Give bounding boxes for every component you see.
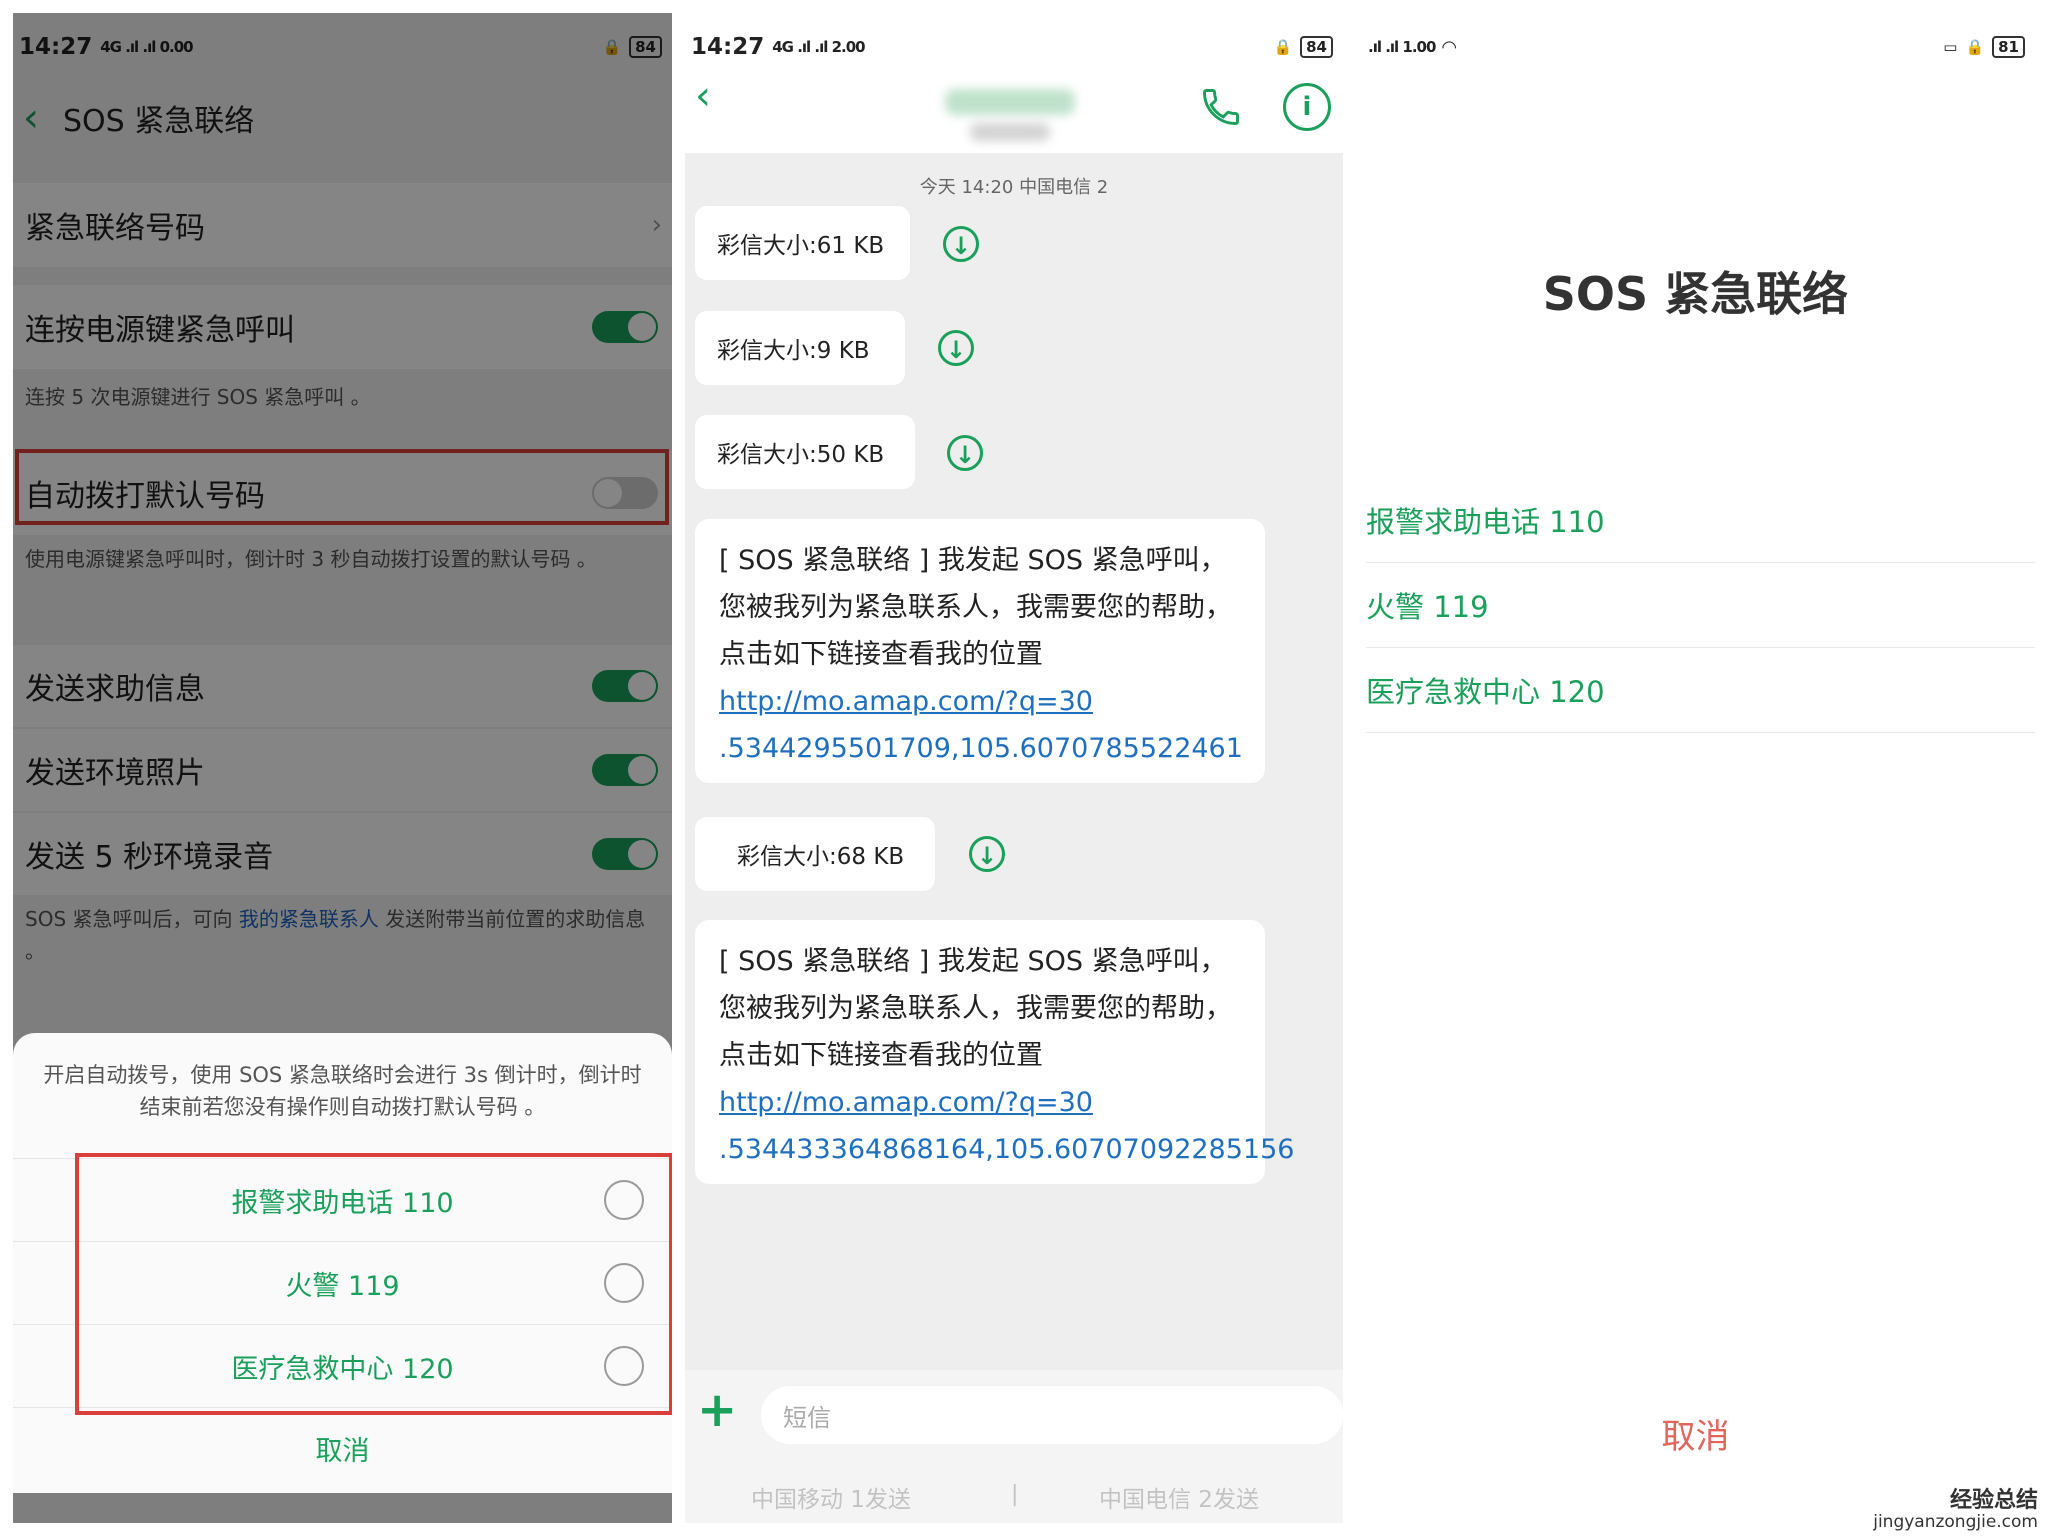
location-link-cont[interactable]: .5344295501709,105.6070785522461: [719, 733, 1243, 764]
divider: |: [1011, 1482, 1019, 1507]
location-link[interactable]: http://mo.amap.com/?q=30: [719, 686, 1093, 717]
settings-panel: 14:27 4G .ıl .ıl 0.00 🔒 84 ‹ SOS 紧急联络 紧急…: [13, 13, 672, 1523]
cancel-button[interactable]: 取消: [1356, 1409, 2035, 1458]
download-icon[interactable]: ↓: [969, 836, 1005, 872]
conversation-header: ‹ i: [685, 73, 1343, 153]
battery-indicator: 81: [1992, 36, 2025, 58]
add-icon[interactable]: +: [697, 1382, 737, 1438]
status-bar: .ıl .ıl 1.00 ◠ ▭ 🔒 81: [1356, 27, 2035, 67]
message-input[interactable]: 短信: [761, 1386, 1343, 1444]
send-sim1-button[interactable]: 中国移动 1发送: [751, 1480, 911, 1514]
info-icon[interactable]: i: [1283, 83, 1331, 131]
sos-dialer-panel: .ıl .ıl 1.00 ◠ ▭ 🔒 81 SOS 紧急联络 报警求助电话 11…: [1356, 13, 2035, 1523]
message-text: [ SOS 紧急联络 ] 我发起 SOS 紧急呼叫，您被我列为紧急联系人，我需要…: [719, 545, 1232, 670]
cancel-label: 取消: [315, 1435, 370, 1467]
mms-size: 彩信大小:61 KB: [717, 233, 885, 259]
download-icon[interactable]: ↓: [947, 435, 983, 471]
watermark-title: 经验总结: [1949, 1488, 2038, 1513]
wifi-icon: ◠: [1441, 36, 1458, 58]
sos-message: [ SOS 紧急联络 ] 我发起 SOS 紧急呼叫，您被我列为紧急联系人，我需要…: [695, 920, 1294, 1184]
status-right: 🔒 84: [1273, 36, 1333, 58]
mms-bubble[interactable]: 彩信大小:50 KB: [695, 415, 915, 489]
signal-indicator: 4G .ıl .ıl 2.00: [772, 38, 865, 56]
message-header: 14:27 4G .ıl .ıl 2.00 🔒 84 ‹ i: [685, 13, 1343, 153]
mms-bubble[interactable]: 彩信大小:68 KB: [695, 817, 935, 891]
mms-size: 彩信大小:68 KB: [737, 844, 905, 870]
messages-panel: 14:27 4G .ıl .ıl 2.00 🔒 84 ‹ i 今天 14:20 …: [685, 13, 1343, 1523]
mms-size: 彩信大小:9 KB: [717, 338, 870, 364]
send-sim2-button[interactable]: 中国电信 2发送: [1099, 1480, 1259, 1514]
mms-size: 彩信大小:50 KB: [717, 442, 885, 468]
contact-name-blurred: [945, 89, 1075, 115]
lock-icon: 🔒: [1273, 38, 1293, 56]
option-ambulance[interactable]: 医疗急救中心 120: [1366, 648, 2035, 733]
option-fire[interactable]: 火警 119: [1366, 563, 2035, 648]
sos-message: [ SOS 紧急联络 ] 我发起 SOS 紧急呼叫，您被我列为紧急联系人，我需要…: [695, 519, 1265, 783]
option-police[interactable]: 报警求助电话 110: [1366, 478, 2035, 563]
cancel-button[interactable]: 取消: [13, 1407, 672, 1488]
option-label: 火警 119: [1366, 590, 1489, 624]
status-time: 14:27: [691, 34, 765, 60]
sheet-description: 开启自动拨号，使用 SOS 紧急联络时会进行 3s 倒计时，倒计时结束前若您没有…: [43, 1063, 642, 1119]
contact-sub-blurred: [970, 123, 1050, 141]
download-icon[interactable]: ↓: [938, 330, 974, 366]
watermark-url: jingyanzongjie.com: [1873, 1512, 2038, 1532]
highlight-box: [75, 1153, 672, 1415]
message-text: [ SOS 紧急联络 ] 我发起 SOS 紧急呼叫，您被我列为紧急联系人，我需要…: [719, 946, 1232, 1071]
compose-bar: + 短信 中国移动 1发送 | 中国电信 2发送: [685, 1370, 1343, 1523]
phone-icon[interactable]: [1199, 85, 1243, 129]
option-label: 医疗急救中心 120: [1366, 675, 1605, 709]
status-right: ▭ 🔒 81: [1943, 36, 2025, 58]
mms-bubble[interactable]: 彩信大小:61 KB: [695, 206, 910, 280]
lock-icon: 🔒: [1965, 38, 1985, 56]
download-icon[interactable]: ↓: [943, 226, 979, 262]
battery-indicator: 84: [1300, 36, 1333, 58]
default-number-sheet: 开启自动拨号，使用 SOS 紧急联络时会进行 3s 倒计时，倒计时结束前若您没有…: [13, 1033, 672, 1493]
status-bar: 14:27 4G .ıl .ıl 2.00 🔒 84: [685, 27, 1343, 67]
page-title: SOS 紧急联络: [1542, 267, 1849, 321]
location-link-cont[interactable]: .534433364868164,105.60707092285156: [719, 1134, 1294, 1165]
cast-icon: ▭: [1943, 38, 1958, 56]
location-link[interactable]: http://mo.amap.com/?q=30: [719, 1087, 1093, 1118]
message-timestamp: 今天 14:20 中国电信 2: [919, 177, 1109, 198]
watermark: 经验总结 jingyanzongjie.com: [1873, 1488, 2038, 1533]
back-icon[interactable]: ‹: [695, 73, 711, 119]
mms-bubble[interactable]: 彩信大小:9 KB: [695, 311, 905, 385]
option-label: 报警求助电话 110: [1366, 505, 1605, 539]
signal-indicator: .ıl .ıl 1.00: [1368, 38, 1436, 56]
